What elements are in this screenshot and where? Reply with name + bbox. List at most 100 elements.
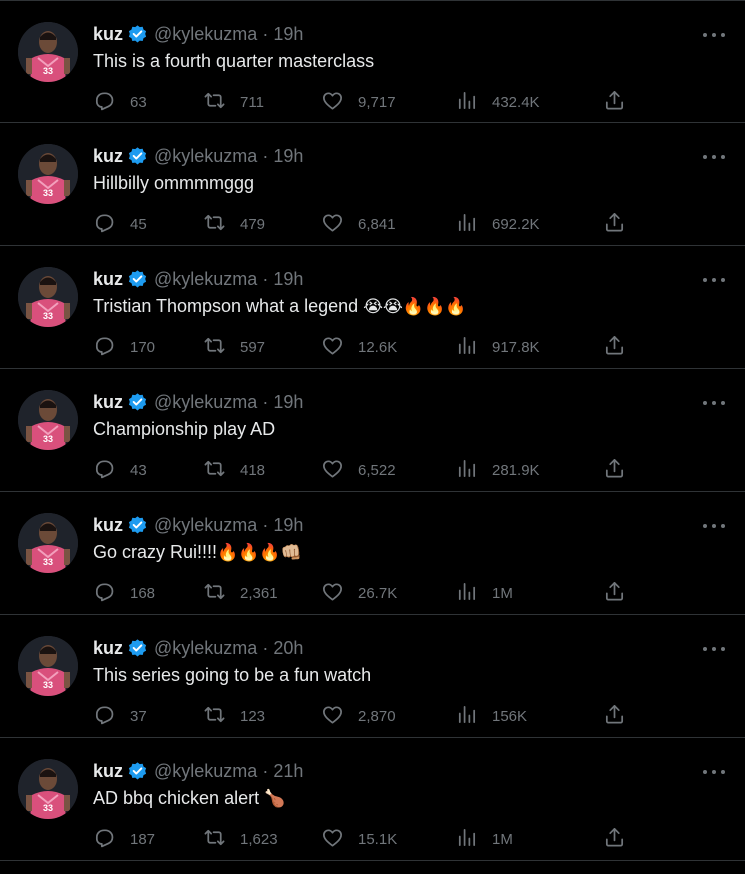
avatar[interactable]: 33	[18, 636, 78, 696]
share-button[interactable]	[603, 457, 640, 483]
more-dots-icon[interactable]	[703, 147, 725, 167]
views-button[interactable]: 692.2K	[455, 211, 540, 237]
speech-bubble-icon	[93, 826, 130, 853]
reply-button[interactable]: 45	[93, 211, 147, 237]
avatar[interactable]: 33	[18, 144, 78, 204]
tweet[interactable]: 33 kuz @kylekuzma · 19h Championship pla…	[0, 369, 745, 492]
tweet-text-body: This series going to be a fun watch	[93, 665, 372, 685]
tweet-text: Go crazy Rui!!!!🔥🔥🔥👊🏼	[93, 542, 302, 563]
retweet-button[interactable]: 597	[203, 334, 265, 360]
views-button[interactable]: 281.9K	[455, 457, 540, 483]
views-button[interactable]: 432.4K	[455, 89, 540, 115]
reply-button[interactable]: 187	[93, 826, 155, 852]
like-button[interactable]: 2,870	[321, 703, 396, 729]
handle[interactable]: @kylekuzma	[154, 515, 257, 536]
tweet[interactable]: 33 kuz @kylekuzma · 19h Hillbilly ommmmg…	[0, 123, 745, 246]
more-dots-icon[interactable]	[703, 639, 725, 659]
more-dots-icon[interactable]	[703, 762, 725, 782]
views-button[interactable]: 156K	[455, 703, 527, 729]
timestamp[interactable]: 20h	[273, 638, 303, 659]
avatar[interactable]: 33	[18, 759, 78, 819]
handle[interactable]: @kylekuzma	[154, 761, 257, 782]
retweet-button[interactable]: 479	[203, 211, 265, 237]
views-count: 1M	[492, 584, 513, 602]
share-upload-icon	[603, 211, 640, 238]
retweet-button[interactable]: 711	[203, 89, 264, 115]
separator-dot: ·	[262, 391, 269, 412]
like-button[interactable]: 12.6K	[321, 334, 397, 360]
views-button[interactable]: 917.8K	[455, 334, 540, 360]
display-name[interactable]: kuz	[93, 146, 123, 167]
separator-dot: ·	[262, 637, 269, 658]
heart-icon	[321, 580, 358, 607]
like-button[interactable]: 26.7K	[321, 580, 397, 606]
display-name[interactable]: kuz	[93, 638, 123, 659]
tweet-actions: 37 123 2,870 156K	[93, 703, 633, 729]
reply-button[interactable]: 170	[93, 334, 155, 360]
like-button[interactable]: 15.1K	[321, 826, 397, 852]
tweet[interactable]: 33 kuz @kylekuzma · 21h AD bbq chicken a…	[0, 738, 745, 861]
reply-button[interactable]: 43	[93, 457, 147, 483]
share-button[interactable]	[603, 89, 640, 115]
share-button[interactable]	[603, 703, 640, 729]
reply-button[interactable]: 168	[93, 580, 155, 606]
handle[interactable]: @kylekuzma	[154, 638, 257, 659]
share-button[interactable]	[603, 826, 640, 852]
svg-text:33: 33	[43, 434, 53, 444]
tweet-actions: 170 597 12.6K 917.8K	[93, 334, 633, 360]
retweet-arrows-icon	[203, 580, 240, 607]
like-button[interactable]: 9,717	[321, 89, 396, 115]
reply-button[interactable]: 63	[93, 89, 147, 115]
display-name[interactable]: kuz	[93, 392, 123, 413]
reply-count: 43	[130, 461, 147, 479]
retweet-button[interactable]: 123	[203, 703, 265, 729]
retweet-button[interactable]: 2,361	[203, 580, 278, 606]
tweet[interactable]: 33 kuz @kylekuzma · 19h Tristian Thompso…	[0, 246, 745, 369]
like-button[interactable]: 6,522	[321, 457, 396, 483]
avatar[interactable]: 33	[18, 513, 78, 573]
share-button[interactable]	[603, 334, 640, 360]
share-button[interactable]	[603, 211, 640, 237]
more-dots-icon[interactable]	[703, 516, 725, 536]
tweet-actions: 45 479 6,841 692.2K	[93, 211, 633, 237]
tweet[interactable]: 33 kuz @kylekuzma · 19h Go crazy Rui!!!!…	[0, 492, 745, 615]
retweet-button[interactable]: 418	[203, 457, 265, 483]
timestamp[interactable]: 21h	[273, 761, 303, 782]
avatar[interactable]: 33	[18, 22, 78, 82]
tweet[interactable]: 33 kuz @kylekuzma · 19h This is a fourth…	[0, 0, 745, 123]
reply-button[interactable]: 37	[93, 703, 147, 729]
timestamp[interactable]: 19h	[273, 24, 303, 45]
timestamp[interactable]: 19h	[273, 269, 303, 290]
avatar[interactable]: 33	[18, 390, 78, 450]
display-name[interactable]: kuz	[93, 269, 123, 290]
timestamp[interactable]: 19h	[273, 515, 303, 536]
bar-chart-icon	[455, 89, 492, 116]
bar-chart-icon	[455, 457, 492, 484]
views-button[interactable]: 1M	[455, 826, 513, 852]
tweet-emoji: 😭😭🔥🔥🔥	[363, 297, 467, 317]
handle[interactable]: @kylekuzma	[154, 24, 257, 45]
more-dots-icon[interactable]	[703, 270, 725, 290]
share-upload-icon	[603, 580, 640, 607]
svg-text:33: 33	[43, 188, 53, 198]
timestamp[interactable]: 19h	[273, 392, 303, 413]
handle[interactable]: @kylekuzma	[154, 269, 257, 290]
retweet-button[interactable]: 1,623	[203, 826, 278, 852]
views-button[interactable]: 1M	[455, 580, 513, 606]
display-name[interactable]: kuz	[93, 24, 123, 45]
like-button[interactable]: 6,841	[321, 211, 396, 237]
display-name[interactable]: kuz	[93, 515, 123, 536]
views-count: 281.9K	[492, 461, 540, 479]
handle[interactable]: @kylekuzma	[154, 392, 257, 413]
handle[interactable]: @kylekuzma	[154, 146, 257, 167]
more-dots-icon[interactable]	[703, 25, 725, 45]
avatar[interactable]: 33	[18, 267, 78, 327]
svg-text:33: 33	[43, 311, 53, 321]
retweet-arrows-icon	[203, 211, 240, 238]
timestamp[interactable]: 19h	[273, 146, 303, 167]
share-button[interactable]	[603, 580, 640, 606]
tweet[interactable]: 33 kuz @kylekuzma · 20h This series goin…	[0, 615, 745, 738]
speech-bubble-icon	[93, 89, 130, 116]
display-name[interactable]: kuz	[93, 761, 123, 782]
more-dots-icon[interactable]	[703, 393, 725, 413]
